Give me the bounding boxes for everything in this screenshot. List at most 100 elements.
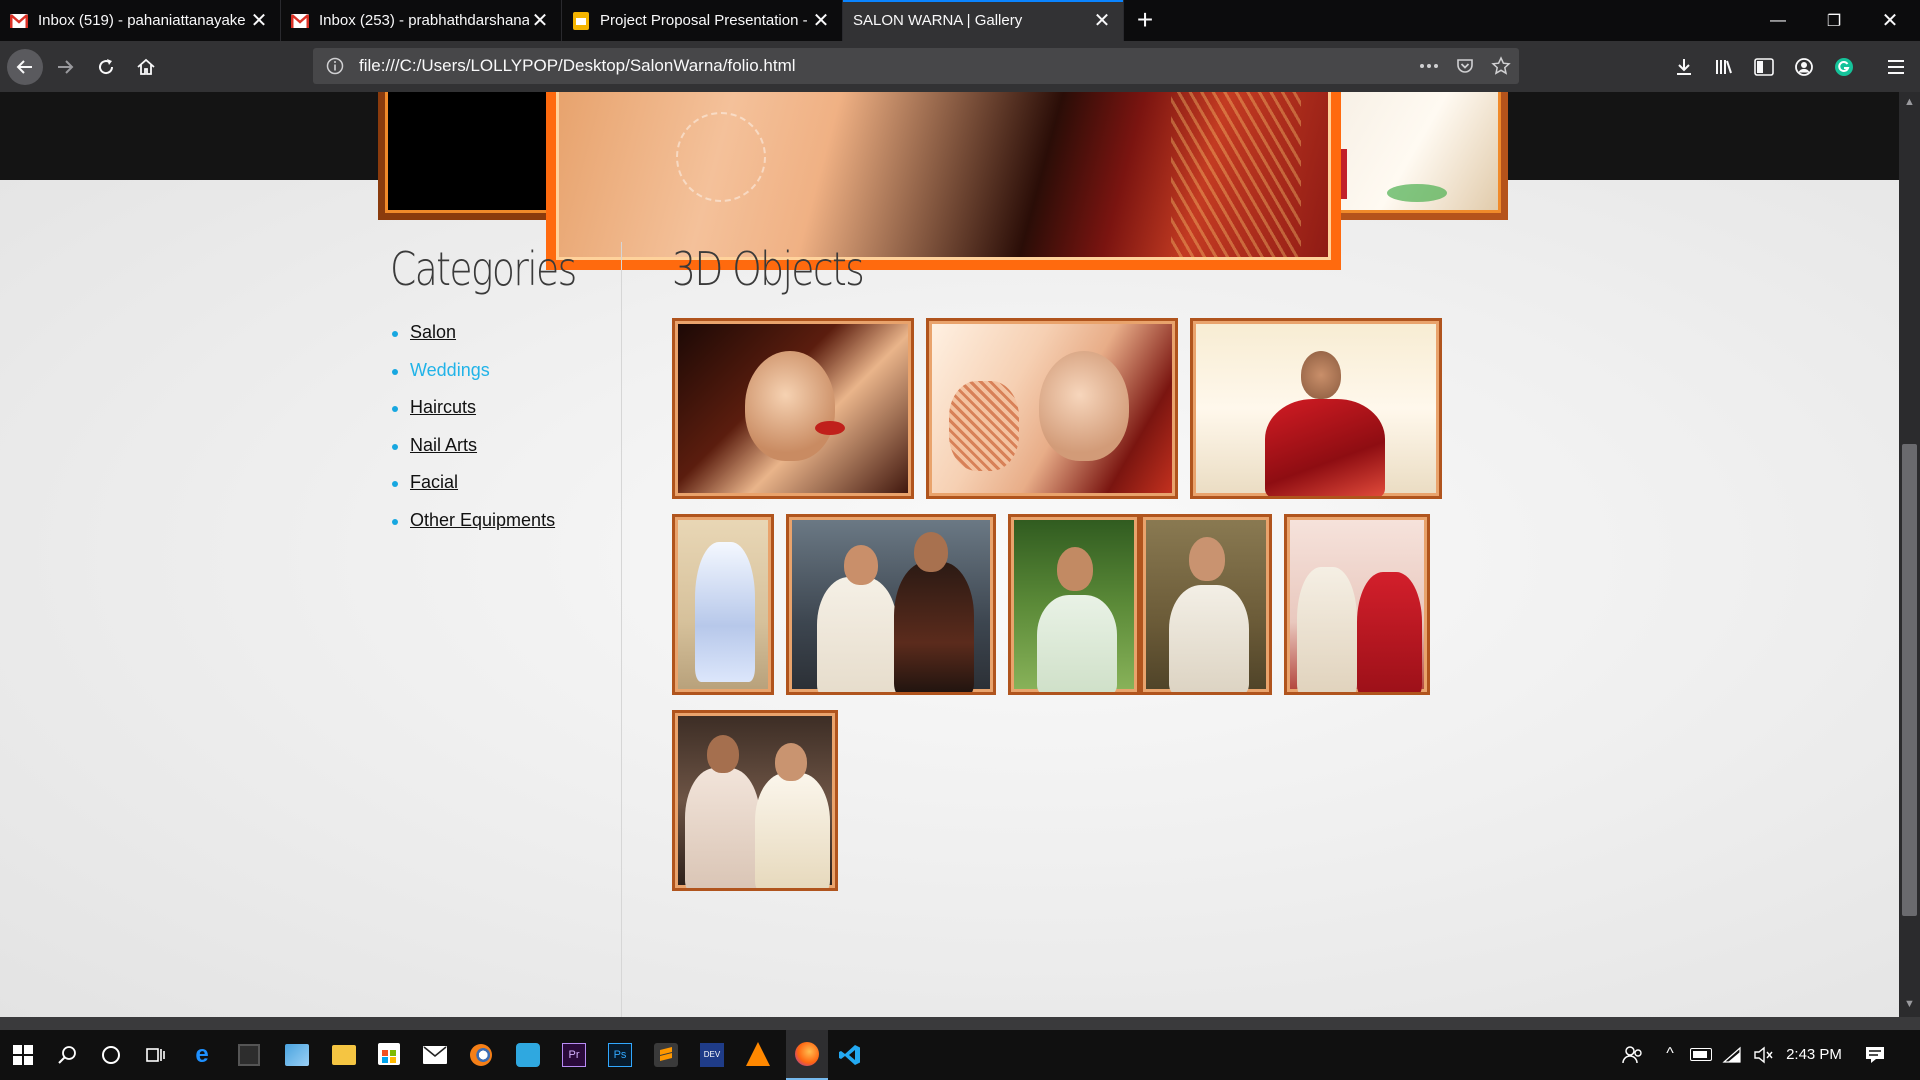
library-icon[interactable] <box>1706 49 1742 85</box>
gallery-thumb-4[interactable] <box>672 514 774 695</box>
page-actions-icon[interactable] <box>1411 48 1447 84</box>
firefox-icon <box>795 1042 819 1066</box>
store-icon[interactable] <box>378 1043 400 1065</box>
close-tab-icon[interactable]: ✕ <box>810 10 832 32</box>
gallery-thumb-7[interactable] <box>1140 514 1272 695</box>
chevron-up-icon[interactable]: ^ <box>1660 1044 1680 1064</box>
scroll-up-icon[interactable]: ▲ <box>1904 96 1915 108</box>
info-icon[interactable] <box>317 48 353 84</box>
category-list: Salon Weddings Haircuts Nail Arts Facial… <box>390 322 621 547</box>
gallery-thumb-1[interactable] <box>672 318 914 499</box>
windows-start-icon[interactable] <box>6 1030 40 1080</box>
search-icon[interactable] <box>50 1030 84 1080</box>
category-link-salon[interactable]: Salon <box>410 322 456 342</box>
photoshop-icon[interactable]: Ps <box>608 1043 632 1067</box>
tab-slides[interactable]: Project Proposal Presentation - ✕ <box>562 0 843 41</box>
list-item: Other Equipments <box>390 510 621 548</box>
navigation-toolbar: file:///C:/Users/LOLLYPOP/Desktop/SalonW… <box>0 41 1920 92</box>
lips-detail <box>815 421 845 435</box>
gallery-thumb-8[interactable] <box>1284 514 1430 695</box>
groom-face <box>707 735 739 773</box>
sublime-icon[interactable] <box>654 1043 678 1067</box>
groom-suit <box>685 768 760 888</box>
edge-icon[interactable]: e <box>190 1043 214 1067</box>
category-link-nail-arts[interactable]: Nail Arts <box>410 435 477 455</box>
sidebar-toggle-icon[interactable] <box>1746 49 1782 85</box>
close-tab-icon[interactable]: ✕ <box>529 10 551 32</box>
mail-icon[interactable] <box>423 1046 447 1064</box>
vscode-icon[interactable] <box>838 1043 862 1067</box>
back-icon[interactable] <box>7 49 43 85</box>
category-link-other-equipments[interactable]: Other Equipments <box>410 510 555 530</box>
minimize-icon[interactable]: — <box>1750 0 1806 41</box>
forward-icon[interactable] <box>47 49 83 85</box>
url-text[interactable]: file:///C:/Users/LOLLYPOP/Desktop/SalonW… <box>353 56 1411 76</box>
home-icon[interactable] <box>128 49 164 85</box>
category-link-facial[interactable]: Facial <box>410 472 458 492</box>
category-sidebar: Categories Salon Weddings Haircuts Nail … <box>390 242 622 1017</box>
battery-icon[interactable] <box>1690 1048 1712 1061</box>
volume-muted-icon[interactable] <box>1752 1044 1774 1066</box>
address-bar[interactable]: file:///C:/Users/LOLLYPOP/Desktop/SalonW… <box>313 48 1519 84</box>
action-center-icon[interactable] <box>1864 1044 1886 1066</box>
gallery-heading: 3D Objects <box>672 242 865 296</box>
premiere-icon[interactable]: Pr <box>562 1043 586 1067</box>
bride-dress <box>755 773 830 888</box>
tab-title: Inbox (253) - prabhathdarshana <box>319 12 529 29</box>
hero-slide-right[interactable] <box>1320 92 1508 220</box>
bride-face <box>775 743 807 781</box>
vlc-icon[interactable] <box>746 1042 770 1066</box>
henna-hand <box>949 381 1019 471</box>
red-saree <box>1265 399 1385 496</box>
close-window-icon[interactable]: ✕ <box>1862 0 1918 41</box>
vertical-scrollbar[interactable]: ▲ ▼ <box>1899 92 1920 1017</box>
menu-icon[interactable] <box>1878 49 1914 85</box>
gallery-thumb-5[interactable] <box>786 514 996 695</box>
new-tab-icon[interactable]: + <box>1130 6 1160 36</box>
bookmark-star-icon[interactable] <box>1483 48 1519 84</box>
page-footer-strip <box>0 1017 1920 1030</box>
gmail-icon <box>10 12 28 30</box>
close-tab-icon[interactable]: ✕ <box>248 10 270 32</box>
task-view-icon[interactable] <box>138 1030 172 1080</box>
gallery-thumb-3[interactable] <box>1190 318 1442 499</box>
groom-attire <box>1297 567 1357 692</box>
red-saree <box>1357 572 1422 692</box>
restore-icon[interactable]: ❐ <box>1806 0 1862 41</box>
gallery-thumb-2[interactable] <box>926 318 1178 499</box>
firefox-taskbar-button[interactable] <box>786 1030 828 1080</box>
wifi-icon[interactable] <box>1722 1044 1744 1066</box>
tab-gmail-1[interactable]: Inbox (519) - pahaniattanayake ✕ <box>0 0 281 41</box>
calculator-icon[interactable] <box>238 1044 260 1066</box>
category-link-weddings[interactable]: Weddings <box>410 360 490 380</box>
cortana-icon[interactable] <box>94 1030 128 1080</box>
category-link-haircuts[interactable]: Haircuts <box>410 397 476 417</box>
bride-face <box>1189 537 1225 581</box>
gallery-thumb-9[interactable] <box>672 710 838 891</box>
account-icon[interactable] <box>1786 49 1822 85</box>
file-explorer-icon[interactable] <box>332 1045 356 1065</box>
white-gown <box>695 542 755 682</box>
photos-icon[interactable] <box>285 1044 309 1066</box>
pocket-icon[interactable] <box>1447 48 1483 84</box>
downloads-icon[interactable] <box>1666 49 1702 85</box>
tab-strip: Inbox (519) - pahaniattanayake ✕ Inbox (… <box>0 0 1920 41</box>
scroll-down-icon[interactable]: ▼ <box>1904 998 1915 1010</box>
close-tab-icon[interactable]: ✕ <box>1091 10 1113 32</box>
devcpp-icon[interactable]: DEV <box>700 1043 724 1067</box>
tab-salon-warna[interactable]: SALON WARNA | Gallery ✕ <box>843 0 1124 41</box>
white-saree <box>1037 595 1117 692</box>
tab-gmail-2[interactable]: Inbox (253) - prabhathdarshana ✕ <box>281 0 562 41</box>
gallery-section: 3D Objects <box>672 242 1472 891</box>
grammarly-icon[interactable] <box>1826 49 1862 85</box>
blender-icon[interactable] <box>470 1044 492 1066</box>
scrollbar-thumb[interactable] <box>1902 444 1917 916</box>
tab-title: Project Proposal Presentation - <box>600 12 808 29</box>
people-icon[interactable] <box>1622 1044 1644 1066</box>
bride-face <box>745 351 835 461</box>
reload-icon[interactable] <box>88 49 124 85</box>
clock-time[interactable]: 2:43 PM <box>1782 1030 1846 1080</box>
vpn-icon[interactable] <box>516 1043 540 1067</box>
gallery-thumb-6[interactable] <box>1008 514 1140 695</box>
tab-title: Inbox (519) - pahaniattanayake <box>38 12 246 29</box>
